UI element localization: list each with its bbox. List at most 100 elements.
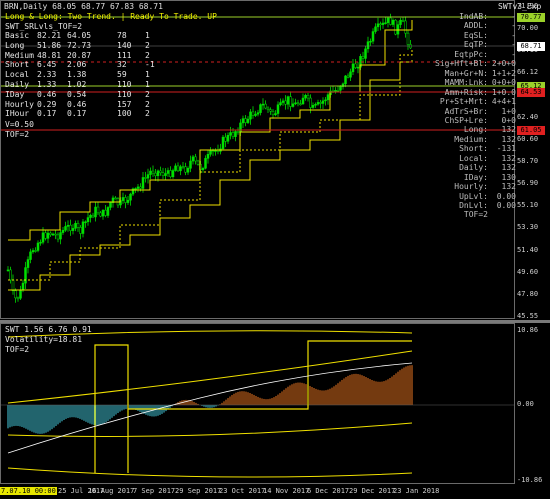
info-row-value: 1+1+2 bbox=[491, 68, 516, 78]
stats-row-value: 1.38 bbox=[67, 70, 87, 80]
stats-row-label: Short bbox=[5, 60, 30, 70]
info-row: Short: -131 bbox=[424, 144, 516, 153]
sub-axis-zero: 0.00 bbox=[517, 400, 534, 408]
symbol-title: BRN,Daily 68.05 68.77 67.83 68.71 bbox=[4, 2, 163, 11]
stats-row-value: 0.46 bbox=[67, 99, 87, 109]
stats-row-value: 0.17 bbox=[67, 109, 87, 119]
stats-row: Daily 1.33 1.02 110 1 bbox=[5, 80, 185, 89]
sub-axis-top: 10.86 bbox=[517, 326, 539, 334]
info-row: Pr+St+Mrt: 4+4+1 bbox=[424, 97, 516, 106]
price-tag: 70.77 bbox=[517, 13, 545, 22]
info-row-label: Long: bbox=[463, 125, 488, 135]
info-row: EqSL: - bbox=[424, 31, 516, 40]
stats-row-value: 2 bbox=[145, 50, 150, 60]
stats-row-value: 1 bbox=[145, 70, 150, 80]
info-row: ADDL: - bbox=[424, 21, 516, 30]
time-axis-label: 16 Aug 2017 bbox=[88, 487, 135, 495]
info-row: EqTP: - bbox=[424, 40, 516, 49]
stats-row-value: 0.17 bbox=[37, 109, 57, 119]
sub-tof-label: TOF=2 bbox=[5, 345, 30, 354]
stats-row-value: 20.87 bbox=[67, 50, 92, 60]
info-row-value: 0+0 bbox=[501, 115, 516, 125]
info-row-value: 4+4+1 bbox=[491, 97, 516, 107]
info-row-value: 132 bbox=[501, 134, 516, 144]
info-row-label: DnLvl: bbox=[459, 201, 488, 210]
price-axis-label: 56.90 bbox=[517, 179, 539, 188]
stats-row-label: IDay bbox=[5, 89, 25, 99]
stats-row-value: 6.45 bbox=[37, 60, 57, 70]
info-row: AdTrS+Br: 1+0 bbox=[424, 107, 516, 116]
info-row-value: 132 bbox=[501, 163, 516, 173]
candle bbox=[221, 135, 225, 151]
price-tag: 64.53 bbox=[517, 88, 545, 97]
info-row-value: 130 bbox=[501, 172, 516, 182]
volatility-label: Volatility=18.81 bbox=[5, 335, 83, 344]
info-row: UpLvl: 0.00 bbox=[424, 192, 516, 201]
info-row: Local: 132 bbox=[424, 154, 516, 163]
stats-row-label: Long bbox=[5, 40, 25, 50]
stats-row-label: Daily bbox=[5, 80, 30, 89]
stats-row-value: 2 bbox=[145, 89, 150, 99]
price-axis-label: 45.55 bbox=[517, 312, 539, 320]
stats-row-label: Medium bbox=[5, 50, 34, 60]
price-axis-label: 55.10 bbox=[517, 201, 539, 210]
info-row-label: Sig+Hft+Bl: bbox=[435, 59, 488, 69]
stats-row-label: Hourly bbox=[5, 99, 34, 109]
price-axis-label: 47.80 bbox=[517, 289, 539, 298]
stats-row-label: Local bbox=[5, 70, 30, 80]
stats-row-value: 111 bbox=[117, 50, 132, 60]
time-cursor-label: 7.07.10 00:00 bbox=[0, 487, 57, 495]
info-row-value: - bbox=[511, 40, 516, 50]
chart-window[interactable]: BRN,Daily 68.05 68.77 67.83 68.71 SWTv3_… bbox=[0, 0, 550, 499]
stats-row-value: 78 bbox=[117, 31, 127, 40]
info-row-value: 132 bbox=[501, 153, 516, 163]
info-row-value: 1+0.0 bbox=[491, 87, 516, 97]
info-row-value: 1+0 bbox=[501, 106, 516, 116]
info-row: TOF=2 bbox=[424, 210, 516, 219]
stats-row-value: 2.06 bbox=[67, 60, 87, 70]
stats-row-value: 110 bbox=[117, 80, 132, 89]
info-row: Amm+Risk: 1+0.0 bbox=[424, 88, 516, 97]
stats-row: IDay 0.46 0.54 110 2 bbox=[5, 90, 185, 99]
stats-footer-v: V=0.50 bbox=[5, 120, 34, 129]
info-row-label: UpLvl: bbox=[459, 191, 488, 201]
info-row: Daily: 132 bbox=[424, 163, 516, 172]
price-axis-label: 53.30 bbox=[517, 223, 539, 232]
info-row-label: MAMM:Lnk: bbox=[444, 78, 488, 88]
oscillator-chart[interactable] bbox=[0, 323, 550, 485]
info-row: MAMM:Lnk: 0+0+0 bbox=[424, 78, 516, 87]
info-row-label: Medium: bbox=[454, 134, 488, 144]
stats-row: Long 51.86 72.73 140 2 bbox=[5, 41, 185, 50]
info-row-label: EqTP: bbox=[463, 40, 488, 50]
info-row-label: Daily: bbox=[459, 163, 488, 173]
stats-row: Basic 82.21 64.05 78 1 bbox=[5, 31, 185, 40]
stats-row-value: 32 bbox=[117, 60, 127, 70]
price-axis-label: 49.60 bbox=[517, 267, 539, 276]
stats-footer-tof: TOF=2 bbox=[5, 130, 30, 139]
stats-row-value: 2.33 bbox=[37, 70, 57, 80]
info-row-label: ADDL: bbox=[463, 21, 488, 31]
info-row-label: Local: bbox=[459, 153, 488, 163]
info-row-label: EqtpPc: bbox=[454, 49, 488, 59]
info-row-value: - bbox=[511, 21, 516, 31]
info-row-value: 0+0+0 bbox=[491, 78, 516, 88]
price-axis-label: 71.90 bbox=[517, 2, 539, 10]
price-axis-label: 62.40 bbox=[517, 112, 539, 121]
time-axis-label: 29 Dec 2017 bbox=[349, 487, 396, 495]
time-axis-label: 6 Dec 2017 bbox=[307, 487, 350, 495]
info-row: Long: 132 bbox=[424, 125, 516, 134]
stats-row-value: 0.54 bbox=[67, 89, 87, 99]
stats-row: Short 6.45 2.06 32 -1 bbox=[5, 60, 185, 69]
price-tag: 68.71 bbox=[517, 42, 545, 51]
stats-row-value: 59 bbox=[117, 70, 127, 80]
stats-row-value: 1 bbox=[145, 80, 150, 89]
stats-row-value: 64.05 bbox=[67, 31, 92, 40]
price-axis-label: 66.12 bbox=[517, 68, 539, 77]
time-axis-label: 7 Sep 2017 bbox=[133, 487, 176, 495]
info-row: Man+Gr+N: 1+1+2 bbox=[424, 69, 516, 78]
info-row-value: 132 bbox=[501, 125, 516, 135]
stats-row-value: 0.29 bbox=[37, 99, 57, 109]
time-axis-label: 23 Oct 2017 bbox=[219, 487, 266, 495]
info-row-value: 132 bbox=[501, 182, 516, 192]
info-row-label: Pr+St+Mrt: bbox=[439, 97, 488, 107]
